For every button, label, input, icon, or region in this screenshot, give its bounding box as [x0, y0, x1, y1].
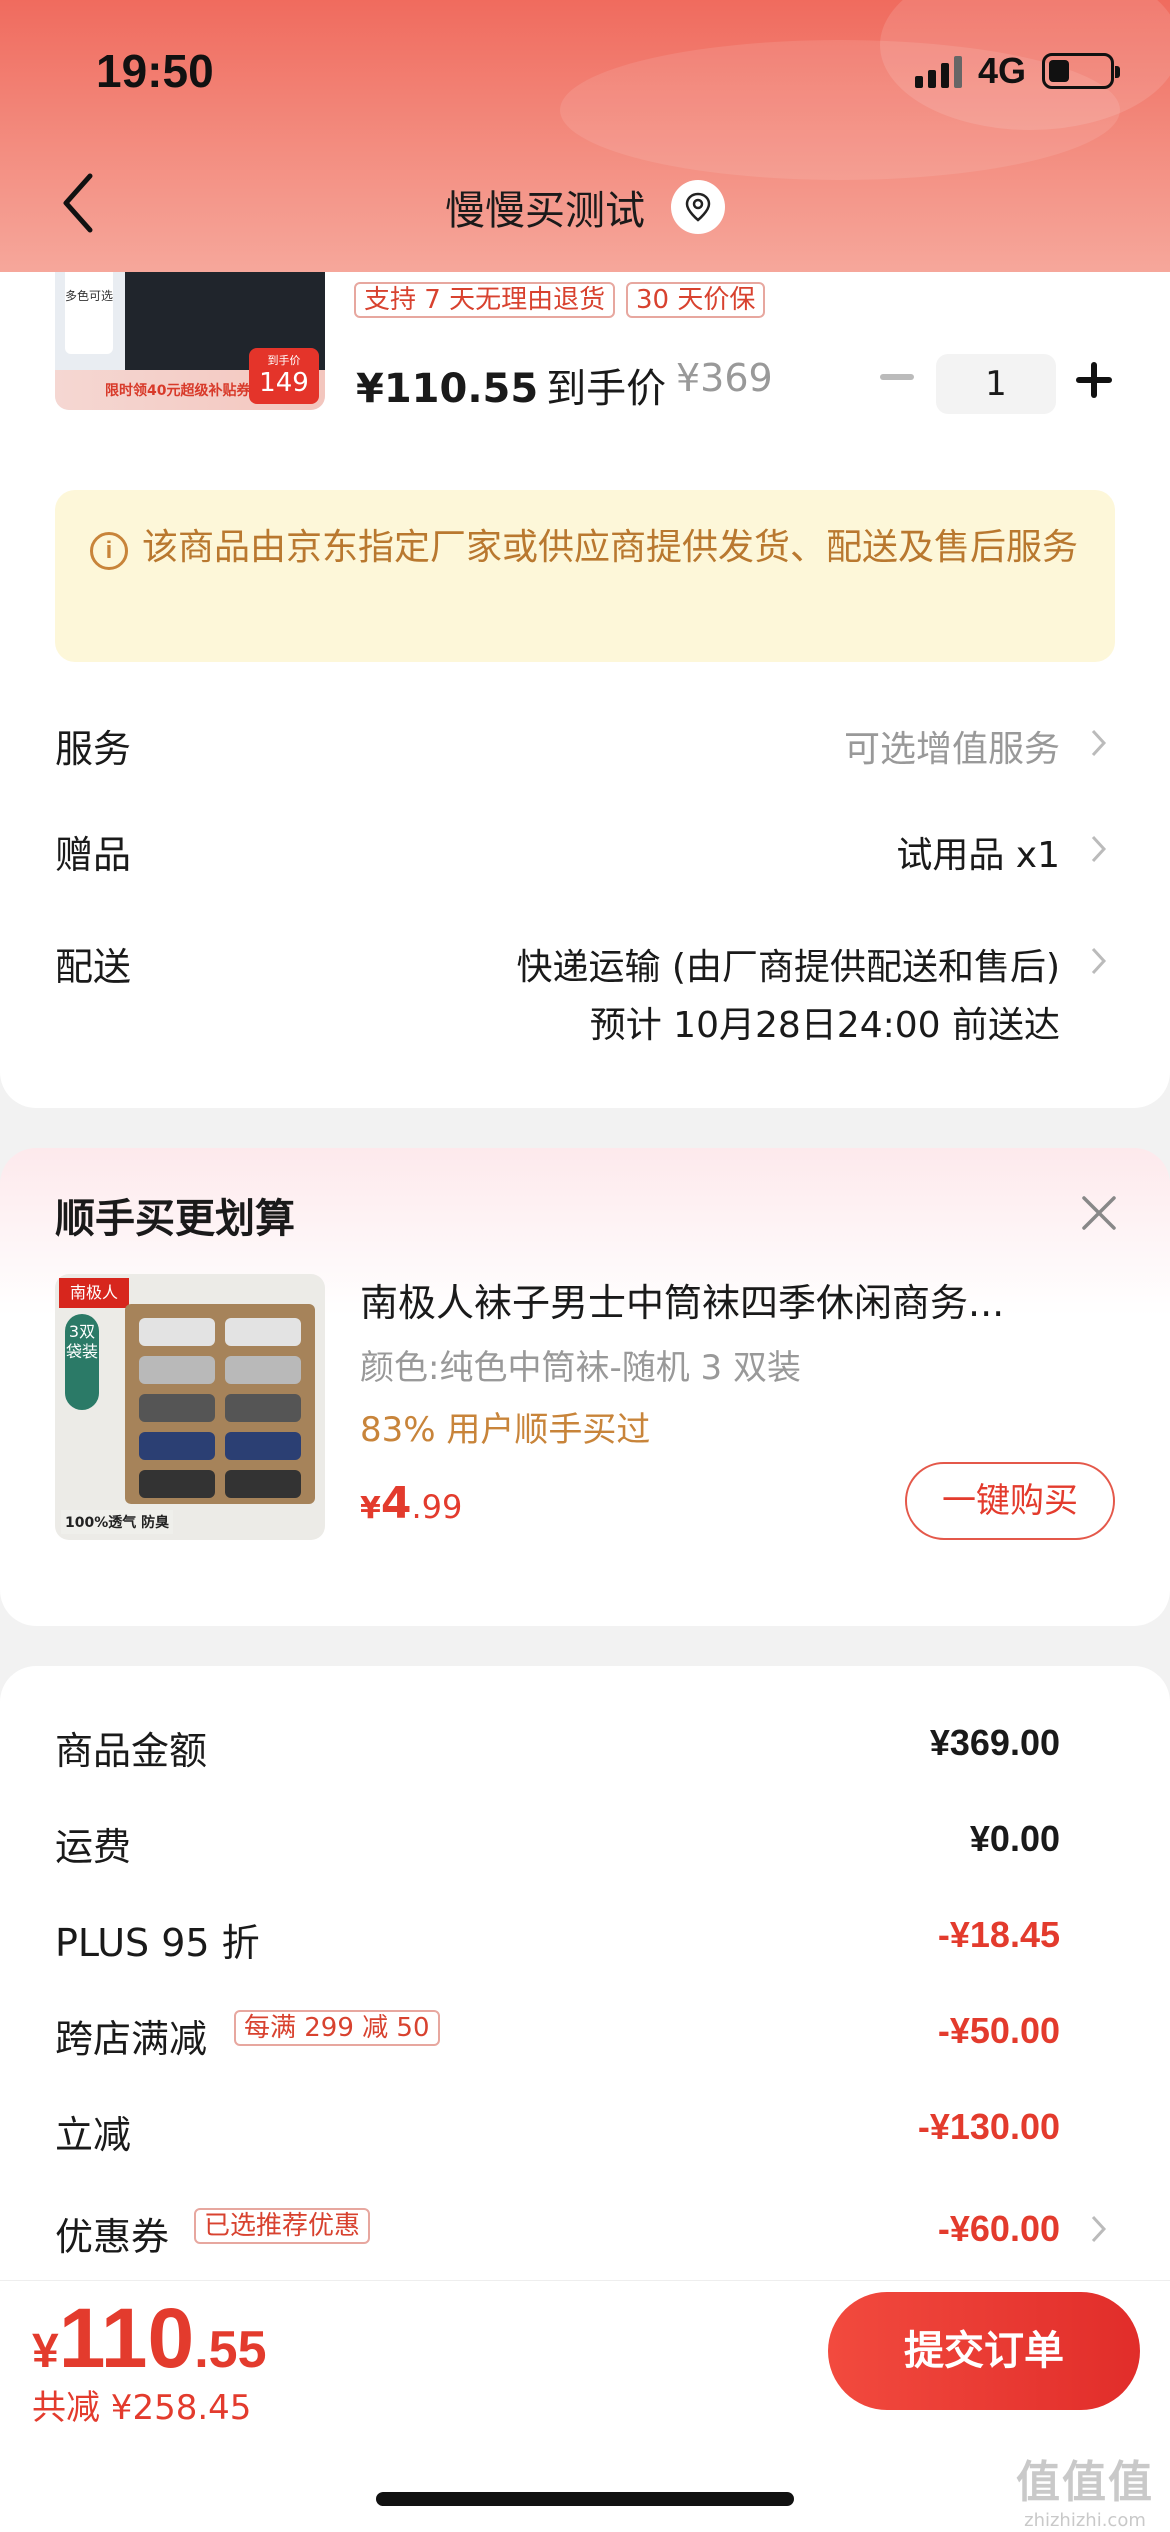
sock-graphic [225, 1432, 301, 1460]
one-click-buy-button[interactable]: 一键购买 [905, 1462, 1115, 1540]
header: 19:50 4G 慢慢买测试 [0, 0, 1170, 272]
watermark-url: zhizhizhi.com [1024, 2510, 1146, 2531]
network-label: 4G [977, 50, 1026, 91]
supplier-notice [55, 490, 1115, 662]
return-policy-tag: 支持 7 天无理由退货 [354, 282, 616, 318]
recommend-brand-logo: 南极人 [59, 1278, 129, 1308]
recommend-price-int: 4 [380, 1478, 412, 1529]
quantity-decrement-button[interactable] [880, 374, 914, 380]
quantity-input[interactable]: 1 [936, 354, 1056, 414]
sock-graphic [139, 1432, 215, 1460]
summary-value-shipping: ¥0.00 [969, 1818, 1060, 1859]
total-price-currency: ¥ [32, 2325, 59, 2378]
submit-order-button[interactable]: 提交订单 [828, 2292, 1140, 2410]
info-icon: i [90, 532, 128, 570]
location-pin-glyph [685, 192, 711, 222]
recommend-pack-badge: 3双袋装 [65, 1314, 99, 1410]
page-title-bar: 慢慢买测试 [0, 178, 1170, 236]
recommend-product-spec: 颜色:纯色中筒袜-随机 3 双装 [360, 1348, 801, 1388]
sock-graphic [139, 1394, 215, 1422]
product-original-price: ¥369 [676, 356, 773, 400]
summary-label-subtotal: 商品金额 [55, 1729, 208, 1773]
summary-value-cross-store: -¥50.00 [937, 2010, 1060, 2051]
sock-graphic [225, 1394, 301, 1422]
cross-store-chip: 每满 299 减 50 [234, 2010, 440, 2046]
summary-label-plus: PLUS 95 折 [55, 1921, 260, 1965]
sock-graphic [139, 1356, 215, 1384]
total-price-dec: .55 [194, 2321, 267, 2379]
sock-graphic [225, 1356, 301, 1384]
recommend-title: 顺手买更划算 [55, 1196, 295, 1242]
sock-graphic [225, 1318, 301, 1346]
status-time: 19:50 [96, 45, 214, 97]
service-label: 服务 [55, 727, 132, 771]
product-image-tag: 多色可选 [65, 258, 113, 354]
delivery-eta: 预计 10月28日24:00 前送达 [589, 1005, 1060, 1046]
price-protect-tag: 30 天价保 [626, 282, 766, 318]
chevron-right-icon[interactable] [1088, 726, 1110, 760]
watermark-logo: 值值值 [1016, 2457, 1154, 2508]
total-savings: 共减 ¥258.45 [32, 2388, 252, 2428]
summary-value-instant-discount: -¥130.00 [917, 2106, 1060, 2147]
summary-value-plus: -¥18.45 [937, 1914, 1060, 1955]
chevron-right-icon[interactable] [1088, 944, 1110, 978]
coupon-chip: 已选推荐优惠 [194, 2208, 371, 2244]
recommend-product-name[interactable]: 南极人袜子男士中筒袜四季休闲商务... [360, 1272, 1100, 1327]
product-price: ¥110.55 到手价 [356, 356, 666, 414]
total-price-int: 110 [58, 2291, 195, 2385]
product-price-label: 到手价 [546, 366, 667, 412]
service-value[interactable]: 可选增值服务 [844, 720, 1060, 772]
recommend-price-dec: .99 [411, 1488, 463, 1526]
sock-graphic [139, 1318, 215, 1346]
summary-label-coupon: 优惠券 [55, 2215, 170, 2259]
battery-level [1049, 60, 1070, 82]
product-image-price: 149 [259, 368, 309, 398]
total-price: ¥110.55 [32, 2290, 267, 2387]
home-indicator[interactable] [376, 2492, 794, 2506]
summary-label-shipping: 运费 [55, 1825, 132, 1869]
chevron-right-icon[interactable] [1088, 2212, 1110, 2246]
sock-graphic [139, 1470, 215, 1498]
gift-value[interactable]: 试用品 x1 [896, 826, 1060, 878]
quantity-increment-button[interactable] [1076, 360, 1116, 400]
summary-value-subtotal: ¥369.00 [929, 1722, 1060, 1763]
battery-icon [1042, 53, 1120, 89]
supplier-notice-text: 该商品由京东指定厂家或供应商提供发货、配送及售后服务 [142, 527, 1079, 568]
summary-label-cross-store: 跨店满减 [55, 2017, 208, 2061]
summary-value-coupon[interactable]: -¥60.00 [938, 2208, 1060, 2250]
signal-icon [914, 54, 962, 88]
recommend-feature-text: 100%透气 防臭 [61, 1510, 174, 1534]
recommend-price: ¥4.99 [360, 1478, 462, 1529]
summary-label-instant-discount: 立减 [55, 2113, 132, 2157]
recommend-price-currency: ¥ [360, 1491, 381, 1526]
recommend-purchase-hint: 83% 用户顺手买过 [360, 1410, 651, 1450]
sock-graphic [225, 1470, 301, 1498]
product-image-price-box: 到手价 149 [249, 348, 319, 404]
location-pin-icon[interactable] [671, 180, 725, 234]
close-icon[interactable] [1080, 1194, 1118, 1232]
gift-label: 赠品 [55, 833, 132, 877]
watermark: 值值值 zhizhizhi.com [1010, 2446, 1160, 2531]
recommend-image[interactable]: 南极人 3双袋装 100%透气 防臭 [55, 1274, 325, 1540]
product-image-price-label: 到手价 [267, 354, 301, 367]
chevron-right-icon[interactable] [1088, 832, 1110, 866]
page-title: 慢慢买测试 [445, 188, 645, 234]
product-price-value: ¥110.55 [356, 366, 539, 412]
product-image-promo-text: 限时领40元超级补贴券 [105, 383, 251, 399]
status-indicators: 4G [914, 50, 1120, 92]
delivery-value[interactable]: 快递运输 (由厂商提供配送和售后) [516, 938, 1060, 990]
delivery-label: 配送 [55, 945, 132, 989]
